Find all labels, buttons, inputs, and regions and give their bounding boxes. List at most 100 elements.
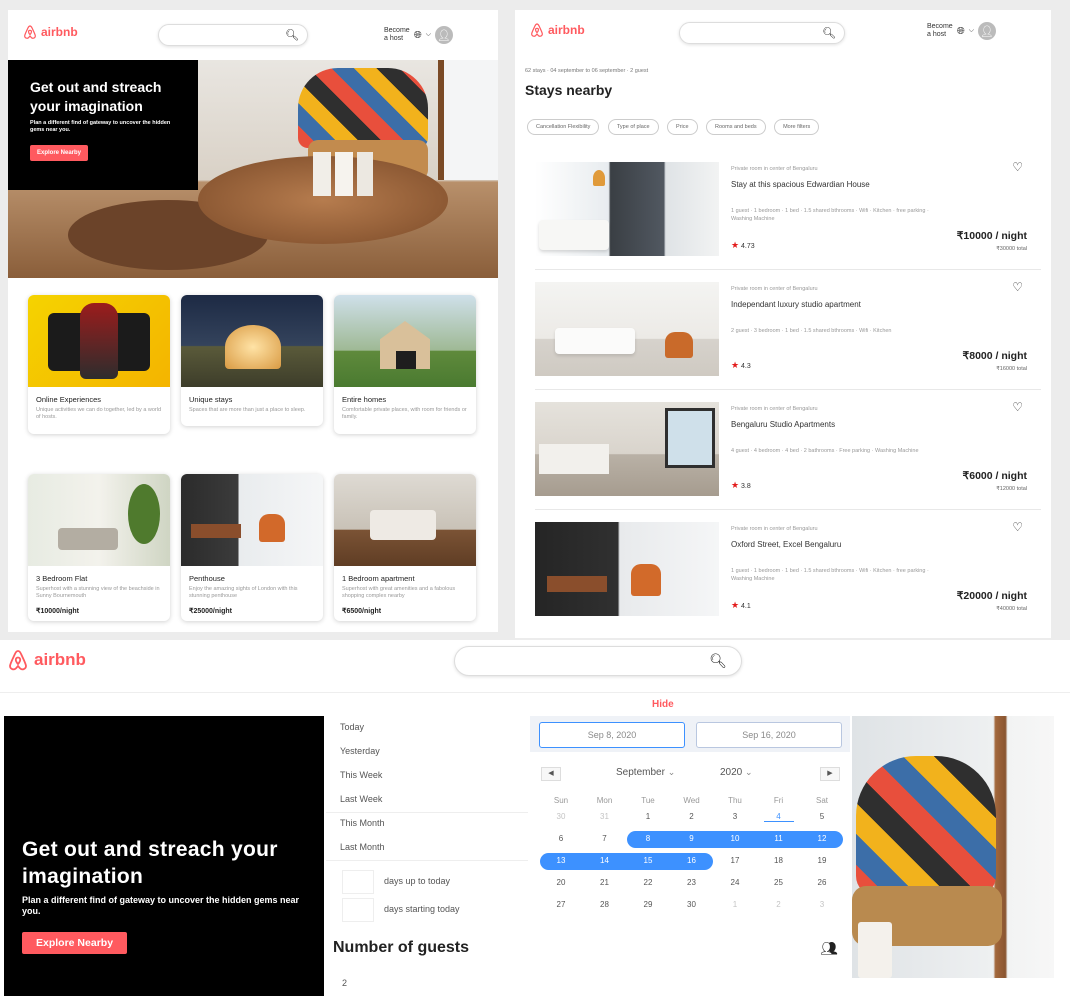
stay-card-3-bedroom-flat[interactable]: 3 Bedroom Flat Superhost with a stunning… (28, 474, 170, 621)
calendar-day[interactable]: 28 (590, 900, 620, 909)
search-input[interactable]: 🔍︎ (158, 24, 308, 46)
prev-month-button[interactable]: ◀ (541, 767, 561, 781)
calendar-day[interactable]: 19 (807, 856, 837, 865)
listing-item[interactable]: Private room in center of Bengaluru Inde… (535, 276, 1041, 390)
airbnb-logo[interactable]: airbnb (6, 648, 86, 672)
calendar-day[interactable]: 21 (590, 878, 620, 887)
calendar-day[interactable]: 2 (764, 900, 794, 909)
start-date-field[interactable]: Sep 8, 2020 (539, 722, 685, 748)
armchair-back (856, 756, 996, 896)
year-select[interactable]: 2020 ⌄ (720, 767, 753, 778)
avatar[interactable]: 👤︎ (978, 22, 996, 40)
end-date-field[interactable]: Sep 16, 2020 (696, 722, 842, 748)
calendar-day[interactable]: 10 (720, 834, 750, 843)
calendar-day[interactable]: 20 (546, 878, 576, 887)
search-icon[interactable]: 🔍︎ (822, 27, 836, 40)
calendar-day[interactable]: 12 (807, 834, 837, 843)
calendar-day[interactable]: 30 (677, 900, 707, 909)
weekday-label: Fri (773, 796, 784, 805)
calendar-day[interactable]: 7 (590, 834, 620, 843)
listing-item[interactable]: Private room in center of Bengaluru Beng… (535, 396, 1041, 510)
stay-card-penthouse[interactable]: Penthouse Enjoy the amazing sights of Lo… (181, 474, 323, 621)
filter-type-of-place[interactable]: Type of place (607, 119, 659, 135)
next-month-button[interactable]: ▶ (820, 767, 840, 781)
calendar-day[interactable]: 29 (633, 900, 663, 909)
calendar-day-today[interactable]: 4 (763, 812, 794, 822)
guests-input[interactable]: 2 (342, 978, 347, 988)
explore-nearby-button[interactable]: Explore Nearby (22, 931, 128, 954)
range-last-month[interactable]: Last Month (340, 842, 385, 852)
category-card-unique-stays[interactable]: Unique stays Spaces that are more than j… (181, 295, 323, 427)
hero-title: Get out and streach your imagination (22, 838, 278, 889)
calendar-day[interactable]: 2 (677, 812, 707, 821)
range-this-week[interactable]: This Week (340, 770, 382, 780)
calendar-day[interactable]: 8 (633, 834, 663, 843)
range-yesterday[interactable]: Yesterday (340, 746, 380, 756)
heart-icon[interactable]: ♡ (1012, 520, 1023, 534)
search-icon[interactable]: 🔍︎ (285, 29, 299, 42)
heart-icon[interactable]: ♡ (1012, 280, 1023, 294)
airbnb-logo[interactable]: airbnb (22, 24, 78, 40)
calendar-day[interactable]: 25 (764, 878, 794, 887)
calendar-day[interactable]: 1 (633, 812, 663, 821)
calendar-day[interactable]: 24 (720, 878, 750, 887)
days-up-input[interactable] (342, 870, 374, 894)
calendar-day[interactable]: 31 (590, 812, 620, 821)
globe-icon[interactable]: 🌐︎ (957, 26, 965, 37)
heart-icon[interactable]: ♡ (1012, 160, 1023, 174)
filter-cancellation[interactable]: Cancellation Flexibility (527, 119, 600, 135)
calendar-day[interactable]: 1 (720, 900, 750, 909)
calendar-day[interactable]: 22 (633, 878, 663, 887)
calendar-day[interactable]: 3 (807, 900, 837, 909)
calendar-day[interactable]: 15 (633, 856, 663, 865)
calendar-day[interactable]: 16 (677, 856, 707, 865)
calendar-day[interactable]: 6 (546, 834, 576, 843)
calendar-day[interactable]: 5 (807, 812, 837, 821)
calendar-day[interactable]: 17 (720, 856, 750, 865)
chevron-down-icon[interactable]: ⌵ (426, 31, 431, 39)
globe-icon[interactable]: 🌐︎ (414, 30, 422, 41)
heart-icon[interactable]: ♡ (1012, 400, 1023, 414)
calendar-day[interactable]: 26 (807, 878, 837, 887)
listing-item[interactable]: Private room in center of Bengaluru Oxfo… (535, 516, 1041, 630)
chevron-down-icon[interactable]: ⌵ (969, 27, 974, 35)
category-card-entire-homes[interactable]: Entire homes Comfortable private places,… (334, 295, 476, 434)
listing-price: ₹20000 / night (956, 590, 1027, 602)
calendar-day[interactable]: 18 (764, 856, 794, 865)
search-input[interactable]: 🔍︎ (454, 646, 742, 676)
filter-bar: Cancellation Flexibility Type of place P… (527, 115, 823, 135)
explore-nearby-button[interactable]: Explore Nearby (30, 144, 89, 161)
category-card-online-experiences[interactable]: Online Experiences Unique activities we … (28, 295, 170, 434)
calendar-day[interactable]: 13 (546, 856, 576, 865)
calendar-day[interactable]: 27 (546, 900, 576, 909)
rating-value: 3.8 (741, 483, 751, 490)
calendar-day[interactable]: 11 (764, 834, 794, 843)
performer-shape (80, 303, 118, 379)
calendar-day[interactable]: 23 (677, 878, 707, 887)
filter-rooms-and-beds[interactable]: Rooms and beds (706, 119, 766, 135)
become-host-link[interactable]: Become a host (384, 27, 410, 44)
become-host-link[interactable]: Become a host (927, 23, 953, 40)
range-this-month[interactable]: This Month (340, 818, 385, 828)
hide-link[interactable]: Hide (652, 699, 674, 710)
filter-more[interactable]: More filters (774, 119, 820, 135)
search-input[interactable]: 🔍︎ (679, 22, 845, 44)
listing-item[interactable]: Private room in center of Bengaluru Stay… (535, 156, 1041, 270)
range-today[interactable]: Today (340, 722, 364, 732)
calendar-day[interactable]: 30 (546, 812, 576, 821)
filter-price[interactable]: Price (667, 119, 698, 135)
listing-price: ₹8000 / night (962, 350, 1027, 362)
calendar-day[interactable]: 9 (677, 834, 707, 843)
search-icon[interactable]: 🔍︎ (709, 653, 727, 670)
month-select[interactable]: September ⌄ (616, 767, 675, 778)
days-starting-input[interactable] (342, 898, 374, 922)
calendar-day[interactable]: 14 (590, 856, 620, 865)
calendar-day[interactable]: 3 (720, 812, 750, 821)
range-last-week[interactable]: Last Week (340, 794, 382, 804)
card-description: Unique activities we can do together, le… (36, 407, 162, 421)
airbnb-logo[interactable]: airbnb (529, 22, 585, 38)
card-description: Enjoy the amazing sights of London with … (189, 586, 298, 600)
avatar[interactable]: 👤︎ (435, 26, 453, 44)
listing-features: 1 guest · 1 bedroom · 1 bed · 1.5 shared… (731, 568, 929, 582)
stay-card-1-bedroom-apartment[interactable]: 1 Bedroom apartment Superhost with great… (334, 474, 476, 621)
